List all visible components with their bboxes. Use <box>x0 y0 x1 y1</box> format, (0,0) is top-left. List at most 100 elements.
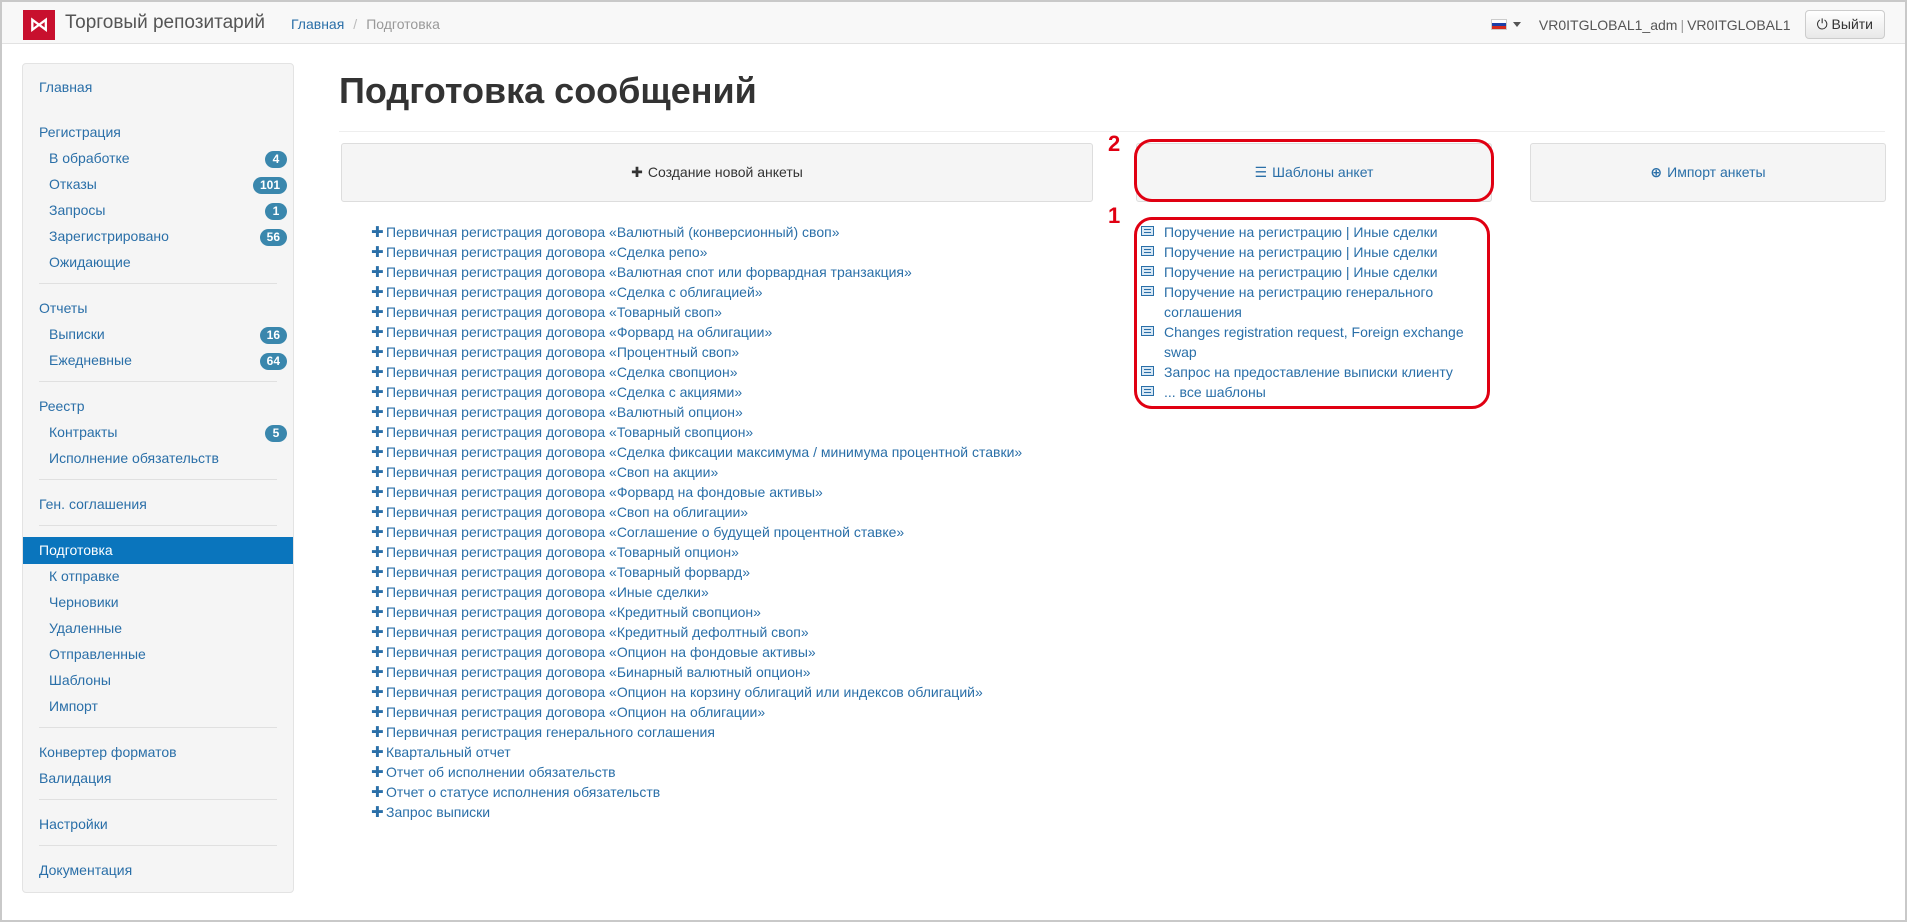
plus-icon: ✚ <box>371 464 384 481</box>
registration-link[interactable]: Первичная регистрация договора «Сделка с… <box>386 364 738 380</box>
sidebar-item-reports[interactable]: Отчеты <box>39 300 87 316</box>
sidebar-item-import[interactable]: Импорт <box>49 698 98 714</box>
registration-list-item[interactable]: ✚ Квартальный отчет <box>371 742 1022 762</box>
registration-link[interactable]: Первичная регистрация договора «Сделка ф… <box>386 444 1022 460</box>
russian-flag-icon[interactable] <box>1490 19 1507 30</box>
registration-list-item[interactable]: ✚ Первичная регистрация договора «Опцион … <box>371 642 1022 662</box>
registration-link[interactable]: Первичная регистрация договора «Опцион н… <box>386 684 983 700</box>
app-brand[interactable]: Торговый репозитарий <box>65 12 265 34</box>
registration-list-item[interactable]: ✚ Первичная регистрация договора «Товарны… <box>371 542 1022 562</box>
sidebar-item-drafts[interactable]: Черновики <box>49 594 119 610</box>
sidebar-item-main[interactable]: Главная <box>39 79 92 95</box>
language-dropdown-caret-icon[interactable] <box>1512 22 1521 27</box>
registration-list-item[interactable]: ✚ Первичная регистрация договора «Своп на… <box>371 462 1022 482</box>
plus-icon: ✚ <box>371 524 384 541</box>
registration-list-item[interactable]: ✚ Первичная регистрация договора «Соглаше… <box>371 522 1022 542</box>
sidebar-item-registry[interactable]: Реестр <box>39 398 85 414</box>
sidebar-item-rejections[interactable]: Отказы <box>49 176 97 192</box>
import-form-button[interactable]: ⊕ Импорт анкеты <box>1530 143 1886 202</box>
registration-link[interactable]: Отчет о статусе исполнения обязательств <box>386 784 660 800</box>
sidebar-item-registered[interactable]: Зарегистрировано <box>49 228 169 244</box>
registration-link[interactable]: Первичная регистрация договора «Товарный… <box>386 564 750 580</box>
registration-link[interactable]: Первичная регистрация договора «Форвард … <box>386 324 772 340</box>
sidebar-item-preparation[interactable]: Подготовка <box>23 537 293 564</box>
registration-list-item[interactable]: ✚ Первичная регистрация договора «Валютны… <box>371 402 1022 422</box>
registration-link[interactable]: Первичная регистрация договора «Товарный… <box>386 424 753 440</box>
registration-link[interactable]: Первичная регистрация договора «Валютный… <box>386 224 839 240</box>
sidebar-item-processing[interactable]: В обработке <box>49 150 130 166</box>
plus-icon: ✚ <box>371 484 384 501</box>
registration-list-item[interactable]: ✚ Первичная регистрация договора «Опцион … <box>371 682 1022 702</box>
registration-link[interactable]: Квартальный отчет <box>386 744 511 760</box>
sidebar-item-contracts[interactable]: Контракты <box>49 424 117 440</box>
registration-list-item[interactable]: ✚ Первичная регистрация договора «Бинарны… <box>371 662 1022 682</box>
sidebar-divider <box>39 525 277 526</box>
registration-list-item[interactable]: ✚ Первичная регистрация договора «Валютна… <box>371 262 1022 282</box>
registration-link[interactable]: Первичная регистрация договора «Товарный… <box>386 544 739 560</box>
breadcrumb-home[interactable]: Главная <box>291 16 344 32</box>
sidebar-item-requests[interactable]: Запросы <box>49 202 105 218</box>
registration-link[interactable]: Первичная регистрация договора «Сделка с… <box>386 284 763 300</box>
registration-list-item[interactable]: ✚ Первичная регистрация договора «Кредитн… <box>371 622 1022 642</box>
registration-list-item[interactable]: ✚ Запрос выписки <box>371 802 1022 822</box>
registration-link[interactable]: Первичная регистрация договора «Опцион н… <box>386 704 765 720</box>
registration-link[interactable]: Первичная регистрация договора «Кредитны… <box>386 624 809 640</box>
registration-list-item[interactable]: ✚ Первичная регистрация договора «Товарны… <box>371 562 1022 582</box>
rejections-count-badge: 101 <box>252 177 287 194</box>
registration-list-item[interactable]: ✚ Первичная регистрация договора «Сделка … <box>371 382 1022 402</box>
sidebar-item-templates[interactable]: Шаблоны <box>49 672 111 688</box>
registration-list-item[interactable]: ✚ Отчет о статусе исполнения обязательств <box>371 782 1022 802</box>
registration-link[interactable]: Отчет об исполнении обязательств <box>386 764 616 780</box>
registration-link[interactable]: Первичная регистрация договора «Иные сде… <box>386 584 709 600</box>
registration-link[interactable]: Первичная регистрация договора «Форвард … <box>386 484 823 500</box>
registration-list-item[interactable]: ✚ Первичная регистрация договора «Сделка … <box>371 442 1022 462</box>
sidebar-item-pending[interactable]: Ожидающие <box>49 254 131 270</box>
sidebar-item-registration[interactable]: Регистрация <box>39 124 121 140</box>
statements-count-badge: 16 <box>259 327 287 344</box>
moex-logo-icon[interactable]: ⋈ <box>23 10 55 40</box>
registration-list-item[interactable]: ✚ Первичная регистрация договора «Форвард… <box>371 322 1022 342</box>
registration-link[interactable]: Первичная регистрация договора «Валютная… <box>386 264 912 280</box>
registration-list-item[interactable]: ✚ Первичная регистрация договора «Своп на… <box>371 502 1022 522</box>
registration-list-item[interactable]: ✚ Первичная регистрация договора «Иные сд… <box>371 582 1022 602</box>
registration-list-item[interactable]: ✚ Первичная регистрация договора «Процент… <box>371 342 1022 362</box>
sidebar-item-validation[interactable]: Валидация <box>39 770 112 786</box>
sidebar-item-converter[interactable]: Конвертер форматов <box>39 744 177 760</box>
registration-list-item[interactable]: ✚ Первичная регистрация договора «Форвард… <box>371 482 1022 502</box>
sidebar-item-statements[interactable]: Выписки <box>49 326 105 342</box>
sidebar-item-sent[interactable]: Отправленные <box>49 646 146 662</box>
registration-link[interactable]: Первичная регистрация договора «Сделка с… <box>386 384 742 400</box>
sidebar-item-daily[interactable]: Ежедневные <box>49 352 132 368</box>
registration-list-item[interactable]: ✚ Первичная регистрация договора «Сделка … <box>371 362 1022 382</box>
registration-link[interactable]: Первичная регистрация договора «Товарный… <box>386 304 722 320</box>
registration-list-item[interactable]: ✚ Первичная регистрация договора «Товарны… <box>371 302 1022 322</box>
registration-link[interactable]: Первичная регистрация договора «Своп на … <box>386 464 718 480</box>
logout-button[interactable]: ⏻ Выйти <box>1804 10 1885 39</box>
registration-link[interactable]: Первичная регистрация договора «Бинарный… <box>386 664 811 680</box>
registration-link[interactable]: Первичная регистрация договора «Валютный… <box>386 404 743 420</box>
sidebar-item-to-send[interactable]: К отправке <box>49 568 120 584</box>
registration-link[interactable]: Первичная регистрация договора «Опцион н… <box>386 644 816 660</box>
sidebar-item-deleted[interactable]: Удаленные <box>49 620 122 636</box>
registration-link[interactable]: Первичная регистрация договора «Сделка р… <box>386 244 707 260</box>
registration-list-item[interactable]: ✚ Первичная регистрация договора «Сделка … <box>371 282 1022 302</box>
registration-list-item[interactable]: ✚ Первичная регистрация договора «Валютны… <box>371 222 1022 242</box>
sidebar-item-docs[interactable]: Документация <box>39 862 132 878</box>
sidebar-item-obligations[interactable]: Исполнение обязательств <box>49 450 219 466</box>
registration-list-item[interactable]: ✚ Первичная регистрация договора «Кредитн… <box>371 602 1022 622</box>
registration-list-item[interactable]: ✚ Первичная регистрация договора «Товарны… <box>371 422 1022 442</box>
registration-list-item[interactable]: ✚ Отчет об исполнении обязательств <box>371 762 1022 782</box>
registration-list-item[interactable]: ✚ Первичная регистрация договора «Опцион … <box>371 702 1022 722</box>
sidebar-item-settings[interactable]: Настройки <box>39 816 108 832</box>
sidebar-item-gen-agreements[interactable]: Ген. соглашения <box>39 496 147 512</box>
registration-link[interactable]: Запрос выписки <box>386 804 490 820</box>
create-new-form-button[interactable]: ✚ Создание новой анкеты <box>341 143 1093 202</box>
registration-list-item[interactable]: ✚ Первичная регистрация договора «Сделка … <box>371 242 1022 262</box>
registration-link[interactable]: Первичная регистрация договора «Своп на … <box>386 504 748 520</box>
registration-link[interactable]: Первичная регистрация договора «Процентн… <box>386 344 739 360</box>
plus-icon: ✚ <box>371 744 384 761</box>
registration-link[interactable]: Первичная регистрация договора «Соглашен… <box>386 524 904 540</box>
registration-link[interactable]: Первичная регистрация договора «Кредитны… <box>386 604 761 620</box>
registration-list-item[interactable]: ✚ Первичная регистрация генерального согл… <box>371 722 1022 742</box>
registration-link[interactable]: Первичная регистрация генерального согла… <box>386 724 715 740</box>
